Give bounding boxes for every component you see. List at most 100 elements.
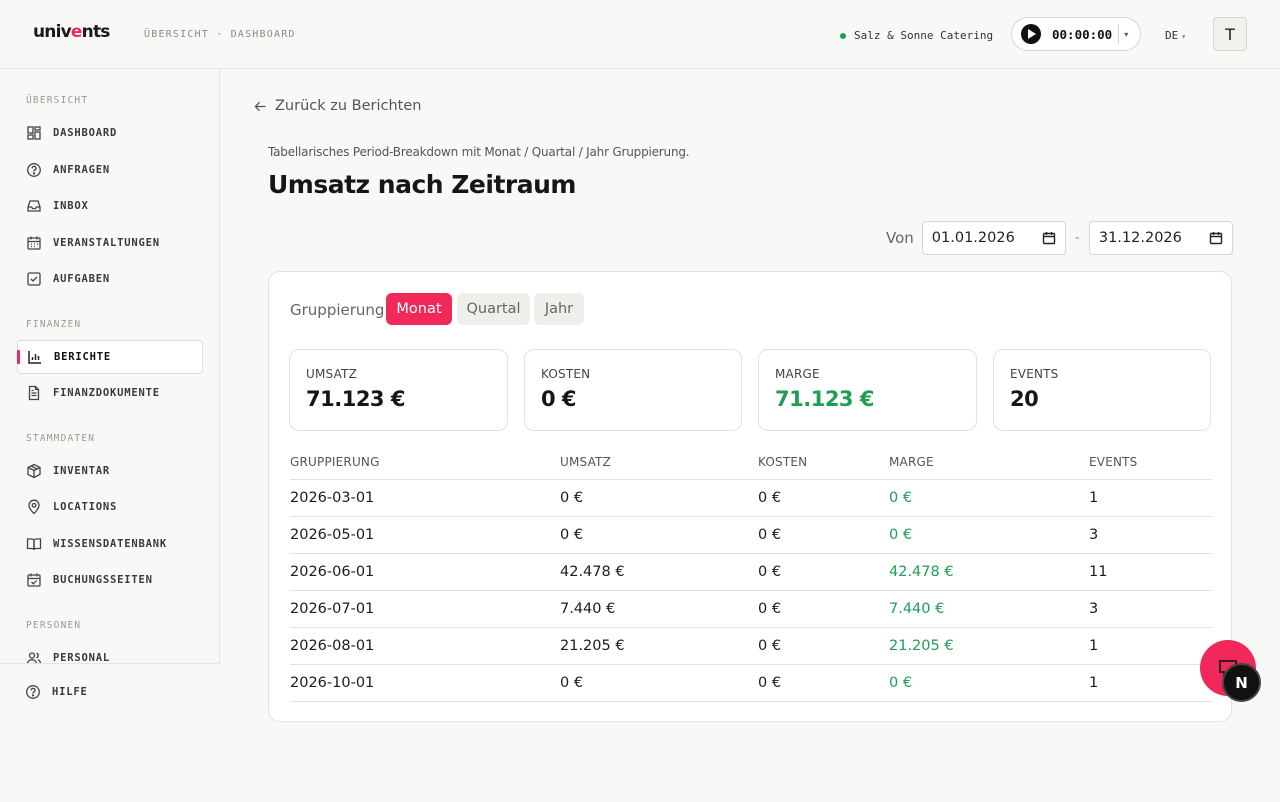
inbox-icon (26, 198, 42, 214)
table-row: 2026-05-01 0 € 0 € 0 € 3 (290, 517, 1212, 554)
sidebar-item-dashboard[interactable]: DASHBOARD (17, 116, 203, 150)
table-cell: 0 € (758, 675, 782, 691)
kpi-label: MARGE (775, 367, 820, 381)
table-cell: 2026-06-01 (290, 564, 375, 580)
tenant-indicator[interactable]: Salz & Sonne Catering (840, 29, 993, 42)
table-cell: 2026-10-01 (290, 675, 375, 691)
date-range-separator: - (1074, 230, 1080, 246)
map-pin-icon (26, 499, 42, 515)
page-title: Umsatz nach Zeitraum (268, 170, 576, 199)
calendar-icon[interactable] (1209, 231, 1223, 245)
sidebar-item-berichte[interactable]: BERICHTE (17, 340, 203, 374)
table-cell: 0 € (758, 490, 782, 506)
grouping-option-monat[interactable]: Monat (386, 293, 452, 325)
table-cell: 0 € (560, 527, 584, 543)
arrow-left-icon (254, 101, 266, 111)
table-cell: 0 € (758, 564, 782, 580)
table-cell: 0 € (889, 527, 913, 543)
table-row: 2026-03-01 0 € 0 € 0 € 1 (290, 480, 1212, 517)
sidebar-item-locations[interactable]: LOCATIONS (17, 490, 203, 524)
table-cell: 0 € (889, 675, 913, 691)
table-cell: 42.478 € (889, 564, 954, 580)
date-to-value: 31.12.2026 (1098, 230, 1182, 246)
table-cell: 2026-03-01 (290, 490, 375, 506)
column-header: UMSATZ (560, 455, 612, 469)
date-from-input[interactable]: 01.01.2026 (921, 221, 1066, 255)
sidebar-item-veranstaltungen[interactable]: VERANSTALTUNGEN (17, 226, 203, 260)
sidebar-item-label: BERICHTE (54, 351, 111, 363)
timer-menu-chevron-icon[interactable]: ▾ (1124, 30, 1128, 39)
timer-value: 00:00:00 (1052, 26, 1113, 42)
kpi-card-umsatz: UMSATZ 71.123 € (289, 349, 508, 431)
kpi-value: 20 (1010, 387, 1039, 411)
sidebar-item-wissensdatenbank[interactable]: WISSENSDATENBANK (17, 527, 203, 561)
table-cell: 21.205 € (889, 638, 954, 654)
grouping-label: Gruppierung (290, 301, 385, 319)
sidebar-item-hilfe[interactable]: HILFE (16, 675, 202, 709)
sidebar-item-inventar[interactable]: INVENTAR (17, 454, 203, 488)
period-table: GRUPPIERUNG UMSATZ KOSTEN MARGE EVENTS 2… (290, 448, 1212, 702)
table-cell: 3 (1089, 527, 1099, 543)
sidebar-item-label: VERANSTALTUNGEN (53, 237, 160, 249)
sidebar-item-label: INVENTAR (53, 465, 110, 477)
sidebar-item-finanzdokumente[interactable]: FINANZDOKUMENTE (17, 376, 203, 410)
sidebar-item-label: AUFGABEN (53, 273, 110, 285)
table-cell: 2026-08-01 (290, 638, 375, 654)
sidebar-item-label: INBOX (53, 200, 89, 212)
grouping-option-quartal[interactable]: Quartal (457, 293, 530, 325)
table-cell: 3 (1089, 601, 1099, 617)
sidebar-section-people: PERSONEN (26, 620, 82, 631)
kpi-label: EVENTS (1010, 367, 1059, 381)
table-cell: 0 € (758, 527, 782, 543)
table-cell: 1 (1089, 638, 1099, 654)
table-row: 2026-08-01 21.205 € 0 € 21.205 € 1 (290, 628, 1212, 665)
avatar[interactable]: T (1213, 17, 1247, 51)
sidebar-item-label: HILFE (52, 686, 88, 698)
table-cell: 0 € (560, 675, 584, 691)
sidebar-item-buchungsseiten[interactable]: BUCHUNGSSEITEN (17, 563, 203, 597)
back-link[interactable]: Zurück zu Berichten (254, 98, 421, 114)
box-icon (26, 463, 42, 479)
calendar-icon[interactable] (1042, 231, 1056, 245)
sidebar-item-label: DASHBOARD (53, 127, 118, 139)
date-to-input[interactable]: 31.12.2026 (1088, 221, 1233, 255)
sidebar-item-label: ANFRAGEN (53, 164, 110, 176)
table-cell: 2026-07-01 (290, 601, 375, 617)
breadcrumb: ÜBERSICHT · DASHBOARD (144, 29, 296, 40)
table-cell: 7.440 € (889, 601, 945, 617)
language-select[interactable]: DE ▾ (1165, 29, 1186, 42)
sidebar-item-anfragen[interactable]: ANFRAGEN (17, 153, 203, 187)
table-cell: 0 € (758, 638, 782, 654)
table-cell: 0 € (889, 490, 913, 506)
sidebar-section-overview: ÜBERSICHT (26, 95, 89, 106)
column-header: KOSTEN (758, 455, 808, 469)
time-tracker: 00:00:00 ▾ (1011, 17, 1141, 51)
kpi-card-kosten: KOSTEN 0 € (524, 349, 742, 431)
status-dot-icon (840, 32, 846, 39)
logo[interactable]: univents (33, 22, 110, 42)
dashboard-icon (26, 125, 42, 141)
sidebar-footer: HILFE (0, 663, 220, 720)
sidebar-item-label: FINANZDOKUMENTE (53, 387, 160, 399)
grouping-option-jahr[interactable]: Jahr (534, 293, 584, 325)
notification-badge[interactable]: N (1222, 663, 1261, 702)
sidebar: ÜBERSICHT DASHBOARD ANFRAGEN INBOX VERAN… (0, 69, 220, 720)
column-header: MARGE (889, 455, 934, 469)
sidebar-item-inbox[interactable]: INBOX (17, 189, 203, 223)
sidebar-item-aufgaben[interactable]: AUFGABEN (17, 262, 203, 296)
help-circle-icon (25, 684, 41, 700)
column-header: GRUPPIERUNG (290, 455, 380, 469)
kpi-value: 71.123 € (775, 387, 874, 411)
report-card: Gruppierung Monat Quartal Jahr UMSATZ 71… (268, 271, 1232, 722)
sidebar-section-finance: FINANZEN (26, 319, 82, 330)
play-icon[interactable] (1021, 24, 1041, 44)
calendar-check-icon (26, 572, 42, 588)
checkbox-icon (26, 271, 42, 287)
bar-chart-icon (27, 349, 43, 365)
sidebar-section-master-data: STAMMDATEN (26, 433, 96, 444)
calendar-icon (26, 235, 42, 251)
table-cell: 11 (1089, 564, 1108, 580)
kpi-value: 71.123 € (306, 387, 405, 411)
table-cell: 1 (1089, 675, 1099, 691)
kpi-label: UMSATZ (306, 367, 358, 381)
